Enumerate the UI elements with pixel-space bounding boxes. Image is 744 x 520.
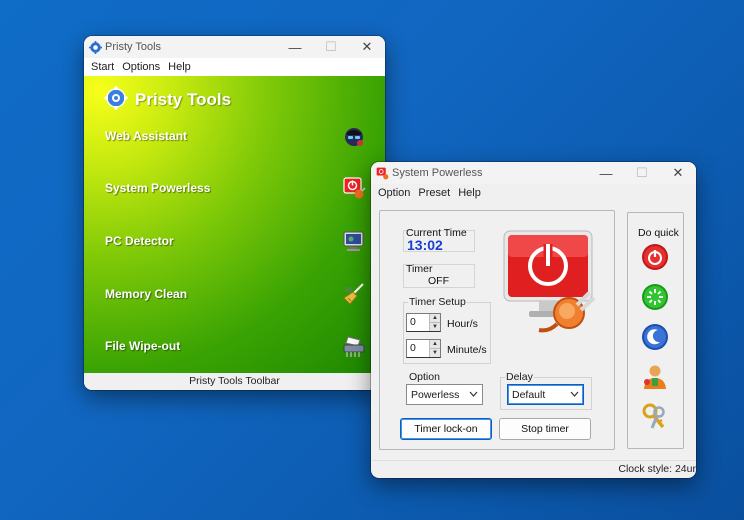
tools-panel: Pristy Tools Web Assistant System Powerl… [84,76,385,373]
power-plug-icon [375,166,389,180]
delay-label: Delay [505,371,534,383]
power-plug-icon [501,228,601,338]
menu-help[interactable]: Help [454,187,485,199]
tool-label: Memory Clean [105,287,188,301]
spy-icon [341,123,367,149]
status-bar: Clock style: 24ur [371,460,696,478]
shutdown-icon[interactable] [640,242,669,271]
tool-file-wipe-out[interactable]: File Wipe-out [105,331,367,361]
pristy-tools-window: Pristy Tools — ☐ ✕ Start Options Help Pr… [84,36,385,390]
minimize-button[interactable]: — [588,162,624,184]
timer-value: OFF [428,275,449,287]
option-selected: Powerless [411,388,460,401]
power-plug-icon [341,175,367,201]
minutes-unit-label: Minute/s [447,344,487,356]
pristy-logo-icon [88,40,102,54]
lock-icon[interactable] [640,402,669,431]
title-bar[interactable]: Pristy Tools — ☐ ✕ [84,36,385,58]
system-powerless-window: System Powerless — ☐ ✕ Option Preset Hel… [371,162,696,478]
tool-pc-detector[interactable]: PC Detector [105,226,367,256]
tool-label: System Powerless [105,181,211,195]
tool-label: PC Detector [105,234,174,248]
pristy-logo-icon [104,86,128,113]
quick-actions [627,242,684,442]
tool-label: Web Assistant [105,129,188,143]
stop-timer-button[interactable]: Stop timer [499,418,591,440]
minimize-button[interactable]: — [277,36,313,58]
menu-bar: Option Preset Help [371,184,696,202]
chevron-down-icon [570,388,579,403]
tool-system-powerless[interactable]: System Powerless [105,173,367,203]
window-title: Pristy Tools [105,41,162,53]
log-off-icon[interactable] [640,362,669,391]
monitor-icon [341,228,367,254]
minutes-down-arrow-icon[interactable]: ▼ [430,348,440,357]
delay-select[interactable]: Default [507,384,584,405]
menu-preset[interactable]: Preset [414,187,454,199]
menu-help[interactable]: Help [164,61,195,73]
menu-bar: Start Options Help [84,58,385,76]
delay-selected: Default [512,388,546,401]
minutes-up-arrow-icon[interactable]: ▲ [430,340,440,348]
close-button[interactable]: ✕ [660,162,696,184]
brand-title: Pristy Tools [135,89,232,109]
hours-stepper[interactable]: 0 ▲ ▼ [406,313,441,332]
hours-down-arrow-icon[interactable]: ▼ [430,322,440,331]
minutes-value: 0 [410,342,416,354]
tool-label: File Wipe-out [105,339,181,353]
do-quick-label: Do quick [638,227,679,239]
restart-icon[interactable] [640,282,669,311]
tool-web-assistant[interactable]: Web Assistant [105,121,367,151]
minutes-stepper[interactable]: 0 ▲ ▼ [406,339,441,358]
clock-style-status: Clock style: 24ur [618,463,696,475]
maximize-button[interactable]: ☐ [313,36,349,58]
timer-setup-label: Timer Setup [408,296,467,308]
hours-unit-label: Hour/s [447,318,478,330]
current-time-value: 13:02 [407,237,443,253]
chevron-down-icon [469,388,478,403]
title-bar[interactable]: System Powerless — ☐ ✕ [371,162,696,184]
brand-header: Pristy Tools [104,86,231,113]
menu-start[interactable]: Start [87,61,118,73]
close-button[interactable]: ✕ [349,36,385,58]
tool-memory-clean[interactable]: Memory Clean [105,279,367,309]
shredder-icon [341,333,367,359]
option-select[interactable]: Powerless [406,384,483,405]
hours-up-arrow-icon[interactable]: ▲ [430,314,440,322]
sleep-icon[interactable] [640,322,669,351]
hours-value: 0 [410,316,416,328]
timer-label: Timer [406,263,433,275]
menu-options[interactable]: Options [118,61,164,73]
broom-icon [341,281,367,307]
menu-option[interactable]: Option [374,187,414,199]
window-title: System Powerless [392,167,483,179]
timer-lock-on-button[interactable]: Timer lock-on [400,418,492,440]
maximize-button[interactable]: ☐ [624,162,660,184]
status-bar: Pristy Tools Toolbar [84,373,385,390]
option-label: Option [408,371,441,383]
